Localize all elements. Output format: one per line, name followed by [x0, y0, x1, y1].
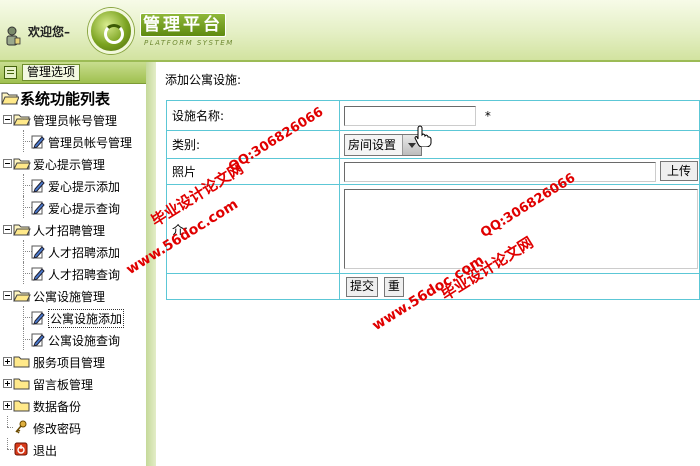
tree-item-recruitment-query[interactable]: 人才招聘查询 [0, 262, 146, 284]
collapse-icon[interactable] [3, 115, 12, 124]
options-label[interactable]: 管理选项 [22, 64, 81, 81]
brand-title: 管理平台 [140, 13, 226, 37]
logo-icon [88, 8, 134, 54]
function-tree: 系统功能列表 管理员帐号管理 管理员帐号管理 爱心提示管理 爱心提示添加 爱心提… [0, 88, 146, 460]
tree-group-label: 服务项目管理 [33, 356, 106, 370]
header: 欢迎您– 管理平台 PLATFORM SYSTEM [0, 0, 700, 62]
submit-button[interactable]: 提交 [346, 276, 379, 297]
tree-root-label: 系统功能列表 [20, 90, 111, 108]
required-mark: * [484, 108, 491, 123]
intro-label-text: 介: [172, 222, 189, 237]
expand-icon[interactable] [3, 379, 12, 388]
folder-closed-icon [13, 400, 30, 412]
tree-group-label: 公寓设施管理 [33, 290, 106, 304]
actions-cell: 提交 重 [339, 273, 700, 300]
edit-doc-icon [31, 311, 45, 325]
category-cell: 房间设置 [339, 130, 700, 159]
folder-closed-icon [13, 378, 30, 390]
folder-open-icon [13, 224, 31, 236]
tree-group-label: 管理员帐号管理 [33, 114, 118, 128]
photo-label: 照片 [165, 158, 341, 185]
folder-open-icon [1, 92, 19, 105]
photo-cell: 上传 [339, 158, 700, 185]
brand-subtitle: PLATFORM SYSTEM [144, 39, 234, 47]
tree-root[interactable]: 系统功能列表 [0, 88, 146, 108]
edit-doc-icon [31, 179, 45, 193]
tree-group-messages[interactable]: 留言板管理 [0, 372, 146, 394]
tree-item-care-tips-add[interactable]: 爱心提示添加 [0, 174, 146, 196]
sidebar: 管理选项 系统功能列表 管理员帐号管理 管理员帐号管理 爱心提示管理 爱心提示添… [0, 62, 146, 466]
upload-button[interactable]: 上传 [660, 161, 699, 181]
change-password-link[interactable]: 修改密码 [0, 416, 146, 438]
tree-item-label-active: 公寓设施添加 [48, 309, 125, 328]
hand-cursor-icon [414, 125, 432, 147]
facility-form: 设施名称: * 类别: 房间设置 照片 上传 介: 提交 重 [165, 100, 700, 300]
expand-icon[interactable] [3, 357, 12, 366]
photo-path-input[interactable] [344, 161, 657, 182]
options-bar: 管理选项 [0, 62, 146, 84]
tree-group-care-tips[interactable]: 爱心提示管理 [0, 152, 146, 174]
name-label: 设施名称: [165, 100, 341, 131]
logout-link[interactable]: 退出 [0, 438, 146, 460]
tree-group-label: 人才招聘管理 [33, 224, 106, 238]
category-select[interactable]: 房间设置 [344, 133, 423, 156]
sidebar-divider[interactable] [146, 62, 156, 466]
tree-group-recruitment[interactable]: 人才招聘管理 [0, 218, 146, 240]
key-icon [15, 420, 27, 434]
collapse-icon[interactable] [3, 225, 12, 234]
tree-item-label: 爱心提示添加 [48, 180, 121, 194]
tree-item-care-tips-query[interactable]: 爱心提示查询 [0, 196, 146, 218]
edit-doc-icon [31, 267, 45, 281]
intro-cell [339, 184, 700, 274]
tree-item-recruitment-add[interactable]: 人才招聘添加 [0, 240, 146, 262]
tree-group-label: 爱心提示管理 [33, 158, 106, 172]
tree-item-label: 爱心提示查询 [48, 202, 121, 216]
welcome-text: 欢迎您– [28, 25, 71, 39]
edit-doc-icon [31, 333, 45, 347]
actions-label-cell [165, 273, 341, 300]
tree-group-services[interactable]: 服务项目管理 [0, 350, 146, 372]
folder-open-icon [13, 290, 31, 302]
tree-item-facilities-query[interactable]: 公寓设施查询 [0, 328, 146, 350]
expand-icon[interactable] [3, 401, 12, 410]
tree-item-label: 人才招聘查询 [48, 268, 121, 282]
edit-doc-icon [31, 201, 45, 215]
tree-group-label: 数据备份 [33, 400, 82, 414]
tree-group-label: 留言板管理 [33, 378, 94, 392]
intro-label: 介: [165, 184, 341, 274]
reset-button[interactable]: 重 [383, 276, 404, 297]
tree-item-label: 人才招聘添加 [48, 246, 121, 260]
tool-label: 修改密码 [33, 422, 82, 436]
category-label: 类别: [165, 130, 341, 159]
collapse-icon[interactable] [3, 159, 12, 168]
tree-item-admin-manage[interactable]: 管理员帐号管理 [0, 130, 146, 152]
tree-group-backup[interactable]: 数据备份 [0, 394, 146, 416]
tree-group-facilities[interactable]: 公寓设施管理 [0, 284, 146, 306]
edit-doc-icon [31, 245, 45, 259]
tree-item-facilities-add[interactable]: 公寓设施添加 [0, 306, 146, 328]
facility-name-input[interactable] [344, 105, 477, 126]
folder-open-icon [13, 114, 31, 126]
edit-doc-icon [31, 135, 45, 149]
main-content: 添加公寓设施: 设施名称: * 类别: 房间设置 照片 上传 介: 提交 重 [156, 62, 700, 466]
tree-group-admin[interactable]: 管理员帐号管理 [0, 108, 146, 130]
intro-textarea[interactable] [344, 189, 699, 269]
tree-item-label: 管理员帐号管理 [48, 136, 133, 150]
collapse-icon[interactable] [3, 291, 12, 300]
folder-open-icon [13, 158, 31, 170]
folder-closed-icon [13, 356, 30, 368]
name-cell: * [339, 100, 700, 131]
list-icon [4, 66, 17, 79]
page-title: 添加公寓设施: [165, 73, 242, 87]
tool-label: 退出 [33, 444, 58, 458]
category-selected-value: 房间设置 [348, 137, 397, 152]
exit-icon [14, 442, 28, 456]
tree-item-label: 公寓设施查询 [48, 334, 121, 348]
user-icon [6, 26, 21, 46]
